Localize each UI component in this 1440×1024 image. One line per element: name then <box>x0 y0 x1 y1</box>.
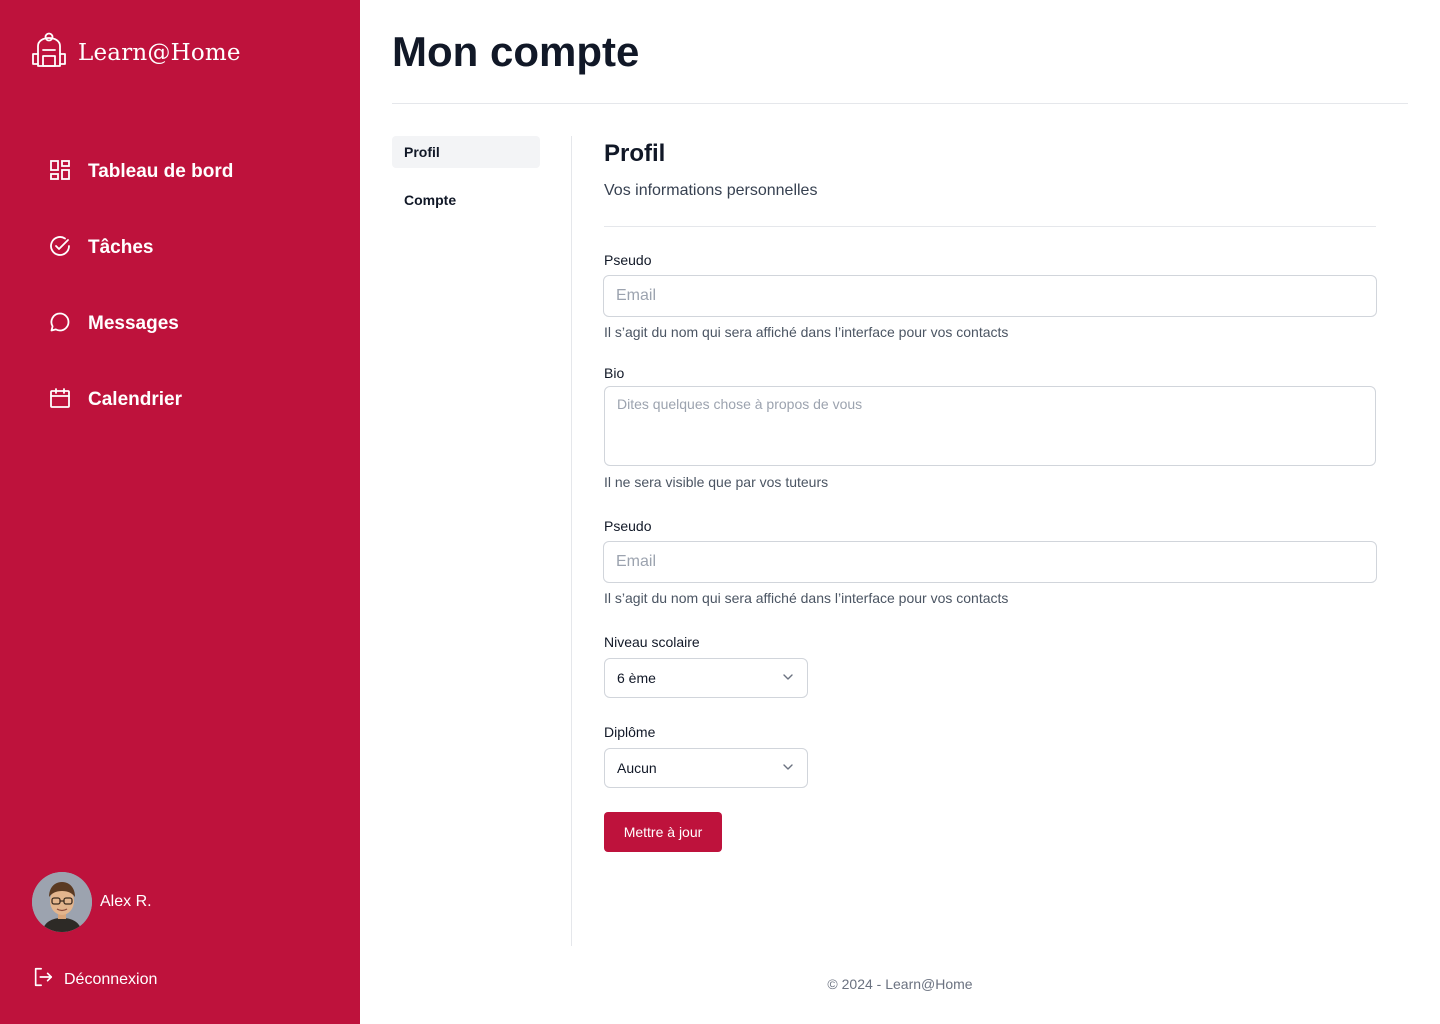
user-profile[interactable]: Alex R. <box>32 872 152 932</box>
tab-account[interactable]: Compte <box>392 184 540 216</box>
sidebar: Learn@Home Tableau de bord Tâches Messag… <box>0 0 360 1024</box>
settings-subnav: Profil Compte <box>392 136 540 232</box>
section-title: Profil <box>604 140 666 167</box>
level-selected-value: 6 ème <box>617 670 656 686</box>
sidebar-item-label: Calendrier <box>88 389 182 410</box>
pseudo-label: Pseudo <box>604 252 652 268</box>
brand[interactable]: Learn@Home <box>30 30 241 75</box>
pseudo-label: Pseudo <box>604 518 652 534</box>
sidebar-item-calendar[interactable]: Calendrier <box>48 384 233 416</box>
chat-bubble-icon <box>48 310 72 339</box>
profile-section: Profil Vos informations personnelles <box>604 136 1376 227</box>
pseudo-help: Il s’agit du nom qui sera affiché dans l… <box>604 324 1009 340</box>
footer: © 2024 - Learn@Home <box>827 976 973 992</box>
pseudo-input-2[interactable] <box>603 541 1377 583</box>
sidebar-item-messages[interactable]: Messages <box>48 308 233 340</box>
pseudo-help: Il s’agit du nom qui sera affiché dans l… <box>604 590 1009 606</box>
pseudo-input[interactable] <box>603 275 1377 317</box>
sidebar-item-tasks[interactable]: Tâches <box>48 232 233 264</box>
brand-name: Learn@Home <box>78 39 241 66</box>
title-divider <box>392 103 1408 104</box>
section-divider <box>604 226 1376 227</box>
level-select[interactable]: 6 ème <box>604 658 808 698</box>
sidebar-item-label: Tâches <box>88 237 154 258</box>
update-button[interactable]: Mettre à jour <box>604 812 722 852</box>
sidebar-nav: Tableau de bord Tâches Messages Calendri… <box>48 156 233 460</box>
chevron-down-icon <box>781 760 795 777</box>
check-circle-icon <box>48 234 72 263</box>
avatar <box>32 872 92 932</box>
dashboard-icon <box>48 158 72 187</box>
section-subtitle: Vos informations personnelles <box>604 182 818 199</box>
user-name: Alex R. <box>100 893 152 910</box>
logout-button[interactable]: Déconnexion <box>32 966 157 993</box>
logout-icon <box>32 966 54 993</box>
bio-label: Bio <box>604 365 625 381</box>
diploma-selected-value: Aucun <box>617 760 657 776</box>
sidebar-item-dashboard[interactable]: Tableau de bord <box>48 156 233 188</box>
sidebar-item-label: Messages <box>88 313 179 334</box>
tab-profile[interactable]: Profil <box>392 136 540 168</box>
calendar-icon <box>48 386 72 415</box>
bio-textarea[interactable] <box>604 386 1376 466</box>
bio-help: Il ne sera visible que par vos tuteurs <box>604 474 829 490</box>
sidebar-item-label: Tableau de bord <box>88 161 234 182</box>
diploma-select[interactable]: Aucun <box>604 748 808 788</box>
vertical-divider <box>571 136 572 946</box>
chevron-down-icon <box>781 670 795 687</box>
diploma-label: Diplôme <box>604 724 656 740</box>
backpack-icon <box>30 30 68 75</box>
logout-label: Déconnexion <box>64 970 158 988</box>
page-title: Mon compte <box>392 28 640 75</box>
level-label: Niveau scolaire <box>604 634 700 650</box>
